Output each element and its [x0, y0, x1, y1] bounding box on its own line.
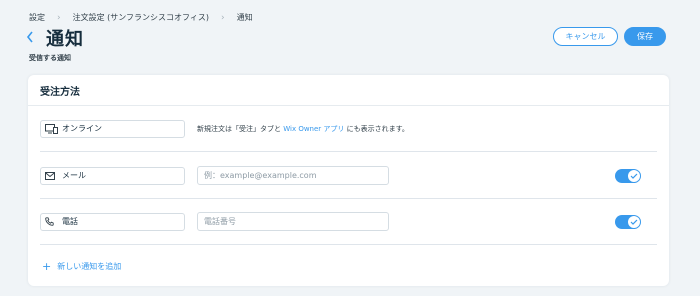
check-icon: [628, 215, 640, 228]
channel-email: メール: [40, 166, 185, 185]
title-row: 通知: [26, 25, 84, 51]
breadcrumb-separator: ›: [57, 12, 61, 23]
breadcrumb-separator: ›: [221, 12, 225, 23]
chevron-left-icon[interactable]: [26, 29, 46, 47]
channel-label: 電話: [62, 217, 78, 226]
channel-label: オンライン: [62, 124, 102, 133]
header-actions: キャンセル 保存: [553, 27, 666, 46]
phone-field[interactable]: 電話番号: [197, 212, 389, 231]
phone-toggle[interactable]: [615, 214, 641, 229]
add-notification-label: 新しい通知を追加: [57, 262, 122, 271]
notification-row-email: メール 例：example@example.com: [40, 153, 657, 199]
channel-phone: 電話: [40, 212, 185, 231]
breadcrumb: 設定 › 注文設定 (サンフランシスコオフィス) › 通知: [29, 12, 253, 23]
email-field[interactable]: 例：example@example.com: [197, 166, 389, 185]
phone-icon: [45, 217, 59, 226]
add-notification-button[interactable]: + 新しい通知を追加: [42, 260, 121, 273]
wix-owner-app-link[interactable]: Wix Owner アプリ: [283, 125, 344, 133]
check-icon: [628, 169, 640, 182]
page-subtitle: 受信する通知: [29, 54, 71, 62]
breadcrumb-item-order-settings[interactable]: 注文設定 (サンフランシスコオフィス): [73, 12, 209, 23]
notification-row-phone: 電話 電話番号: [40, 199, 657, 245]
order-methods-card: 受注方法 オンライン 新規注文は「受注」タブと Wix Owner アプリ にも…: [28, 75, 669, 286]
notification-row-online: オンライン 新規注文は「受注」タブと Wix Owner アプリ にも表示されま…: [40, 106, 657, 152]
card-title: 受注方法: [28, 75, 669, 106]
channel-label: メール: [62, 171, 86, 180]
desktop-mobile-icon: [45, 123, 59, 134]
envelope-icon: [45, 171, 59, 180]
breadcrumb-item-settings[interactable]: 設定: [29, 12, 45, 23]
plus-icon: +: [42, 260, 52, 273]
page-title: 通知: [46, 29, 84, 50]
breadcrumb-item-current: 通知: [236, 13, 253, 22]
online-note: 新規注文は「受注」タブと Wix Owner アプリ にも表示されます。: [197, 124, 409, 134]
note-text: にも表示されます。: [344, 124, 409, 133]
save-button[interactable]: 保存: [624, 27, 666, 46]
channel-online: オンライン: [40, 119, 185, 138]
note-text: 新規注文は「受注」タブと: [197, 124, 284, 133]
cancel-button[interactable]: キャンセル: [553, 27, 618, 46]
email-toggle[interactable]: [615, 168, 641, 183]
